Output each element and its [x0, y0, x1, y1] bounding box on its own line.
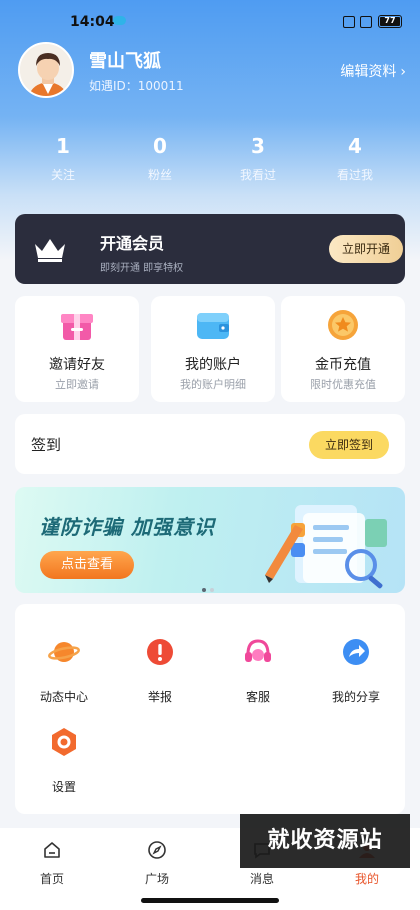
battery-icon: 77 — [378, 15, 402, 28]
banner-pagination — [202, 577, 218, 596]
tab-label: 我的 — [354, 872, 379, 886]
menu-item-customer-service[interactable]: 客服 — [213, 636, 303, 705]
tab-home[interactable]: 首页 — [12, 840, 92, 887]
card-subtitle: 限时优惠充值 — [310, 378, 376, 391]
card-subtitle: 我的账户明细 — [180, 378, 246, 391]
edit-profile-link[interactable]: 编辑资料 › — [340, 61, 406, 81]
menu-item-label: 动态中心 — [39, 690, 88, 704]
my-account-card[interactable]: 我的账户 我的账户明细 — [151, 296, 275, 402]
home-indicator — [141, 898, 279, 903]
vip-title: 开通会员 — [100, 234, 165, 253]
stat-label: 看过我 — [336, 168, 373, 182]
pagination-dot-active — [202, 588, 206, 592]
banner-view-button[interactable]: 点击查看 — [40, 551, 134, 579]
menu-item-my-share[interactable]: 我的分享 — [311, 636, 401, 705]
compass-icon — [148, 841, 166, 859]
chevron-right-icon: › — [400, 64, 406, 80]
status-bar: 14:04 77 — [0, 0, 420, 40]
menu-item-label: 设置 — [51, 780, 76, 794]
username: 雪山飞狐 — [89, 51, 161, 72]
crown-icon — [35, 239, 65, 262]
user-id: 如遇ID：100011 — [89, 79, 184, 93]
card-title: 我的账户 — [185, 357, 241, 373]
headset-icon — [245, 639, 271, 662]
settings-icon — [52, 728, 76, 756]
menu-item-settings[interactable]: 设置 — [19, 726, 109, 795]
tab-square[interactable]: 广场 — [117, 840, 197, 887]
tab-label: 消息 — [249, 872, 274, 886]
edit-profile-label: 编辑资料 — [340, 64, 397, 80]
planet-icon — [48, 642, 80, 662]
menu-item-label: 我的分享 — [331, 690, 380, 704]
invite-friends-card[interactable]: 邀请好友 立即邀请 — [15, 296, 139, 402]
status-time: 14:04 — [70, 14, 115, 30]
stat-viewed[interactable]: 3 我看过 — [218, 134, 298, 183]
stat-value: 3 — [251, 134, 265, 158]
signin-row: 签到 立即签到 — [15, 414, 405, 474]
signin-label: 签到 — [31, 436, 62, 454]
stat-value: 0 — [153, 134, 167, 158]
alert-icon — [147, 639, 173, 665]
home-icon — [44, 842, 60, 858]
vip-membership-card[interactable]: 开通会员 即刻开通 即享特权 立即开通 — [15, 214, 405, 284]
banner-headline: 谨防诈骗 加强意识 — [39, 515, 215, 539]
avatar[interactable] — [18, 42, 74, 98]
stat-value: 4 — [348, 134, 362, 158]
gift-box-icon — [61, 314, 93, 340]
watermark: 就收资源站 — [240, 814, 410, 868]
weather-cloud-icon — [113, 16, 126, 25]
card-subtitle: 立即邀请 — [55, 378, 99, 391]
stat-following[interactable]: 1 关注 — [23, 134, 103, 183]
card-title: 金币充值 — [315, 357, 371, 373]
stat-label: 粉丝 — [147, 168, 172, 182]
open-vip-button[interactable]: 立即开通 — [329, 235, 403, 263]
stat-visitors[interactable]: 4 看过我 — [315, 134, 395, 183]
menu-item-label: 客服 — [245, 690, 270, 704]
stat-followers[interactable]: 0 粉丝 — [120, 134, 200, 183]
menu-item-activity-center[interactable]: 动态中心 — [19, 636, 109, 705]
document-illustration-icon — [265, 505, 387, 589]
tab-label: 首页 — [39, 872, 64, 886]
card-title: 邀请好友 — [49, 357, 105, 373]
stat-label: 关注 — [50, 168, 75, 182]
stat-label: 我看过 — [239, 168, 276, 182]
tab-label: 广场 — [144, 872, 169, 886]
menu-item-label: 举报 — [147, 690, 172, 704]
menu-item-report[interactable]: 举报 — [115, 636, 205, 705]
wallet-icon — [197, 313, 229, 339]
vip-subtitle: 即刻开通 即享特权 — [100, 263, 184, 274]
signin-button[interactable]: 立即签到 — [309, 431, 389, 459]
wifi-icon — [360, 16, 372, 28]
stat-value: 1 — [56, 134, 70, 158]
share-icon — [343, 639, 369, 665]
coin-recharge-card[interactable]: 金币充值 限时优惠充值 — [281, 296, 405, 402]
feature-menu: 动态中心 举报 客服 我的分享 设置 — [15, 604, 405, 814]
gold-coin-icon — [328, 310, 358, 340]
pagination-dot — [210, 588, 214, 592]
signal-icon — [343, 16, 355, 28]
